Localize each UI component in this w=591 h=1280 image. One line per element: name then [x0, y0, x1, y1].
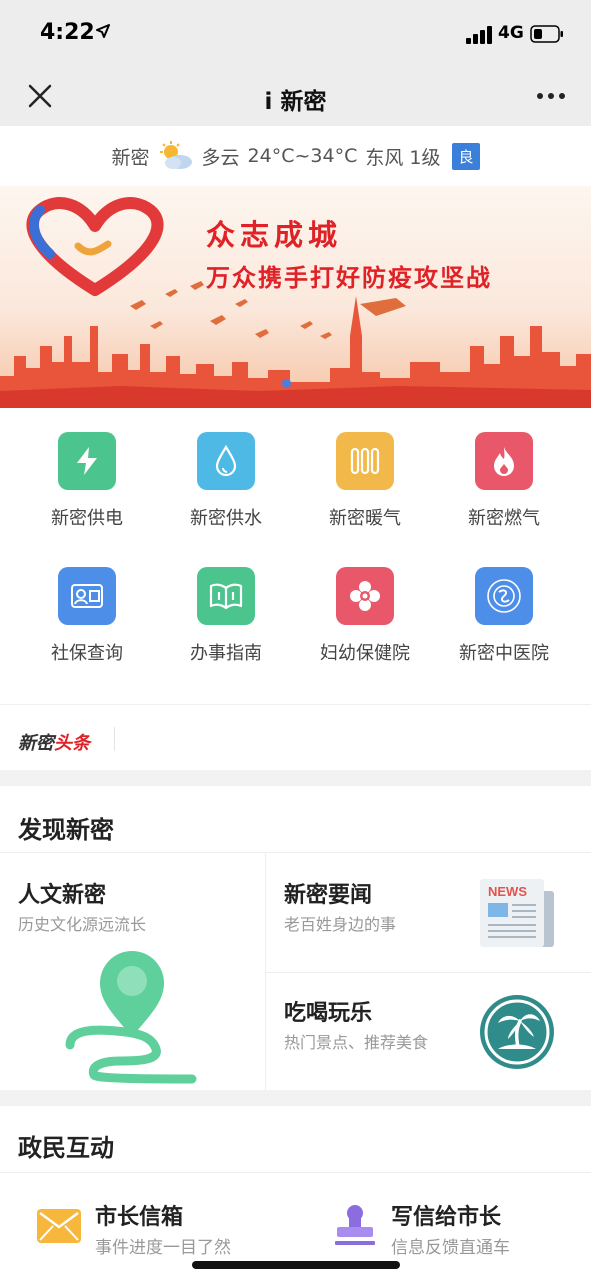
- service-item-maternity-hospital[interactable]: 妇幼保健院: [291, 543, 439, 664]
- lightning-icon: [58, 432, 116, 490]
- weather-city: 新密: [111, 146, 150, 169]
- service-label: 办事指南: [190, 643, 262, 664]
- network-type: 4G: [498, 23, 524, 43]
- flower-icon: [336, 567, 394, 625]
- letter-subtitle: 信息反馈直通车: [391, 1238, 510, 1258]
- palm-tree-icon: [480, 995, 554, 1069]
- signal-bars-icon: [466, 26, 492, 44]
- weather-wind: 东风 1级: [365, 146, 441, 169]
- service-grid: 新密供电 新密供水 新密暖气 新密燃气 社保查询 办事指南 妇幼保健院 新密中医…: [0, 408, 591, 704]
- headline-logo: 新密头条: [18, 733, 90, 754]
- envelope-icon: [37, 1209, 81, 1243]
- service-item-social-security[interactable]: 社保查询: [13, 543, 161, 664]
- nav-bar: i 新密: [0, 66, 591, 126]
- weather-bar[interactable]: 新密 多云 24°C~34°C 东风 1级 良: [0, 126, 591, 186]
- discover-panel: 人文新密 历史文化源远流长 新密要闻 老百姓身边的事 NEWS 吃喝玩乐 热门景…: [0, 852, 591, 1091]
- service-item-tcm-hospital[interactable]: 新密中医院: [430, 543, 578, 664]
- air-quality-badge: 良: [452, 142, 480, 170]
- service-item-heating[interactable]: 新密暖气: [291, 408, 439, 529]
- weather-condition: 多云: [201, 146, 240, 169]
- service-label: 社保查询: [51, 643, 123, 664]
- home-indicator[interactable]: [192, 1261, 400, 1269]
- banner-subhead: 万众携手打好防疫攻坚战: [206, 264, 492, 292]
- map-pin-route-icon: [65, 951, 197, 1084]
- news-subtitle: 老百姓身边的事: [284, 915, 397, 934]
- location-arrow-icon: [96, 24, 110, 38]
- banner-carousel[interactable]: 众志成城 万众携手打好防疫攻坚战: [0, 186, 591, 408]
- open-book-icon: [197, 567, 255, 625]
- service-label: 新密供电: [51, 508, 123, 529]
- weather-temp: 24°C~34°C: [247, 145, 358, 167]
- flame-icon: [475, 432, 533, 490]
- news-title: 新密要闻: [284, 883, 373, 908]
- service-label: 妇幼保健院: [320, 643, 410, 664]
- fun-card[interactable]: 吃喝玩乐 热门景点、推荐美食: [266, 973, 591, 1091]
- service-label: 新密中医院: [459, 643, 549, 664]
- stamp-icon: [335, 1205, 375, 1245]
- service-item-gas[interactable]: 新密燃气: [430, 408, 578, 529]
- service-label: 新密供水: [190, 508, 262, 529]
- status-bar: 4:22 4G: [0, 0, 591, 66]
- newspaper-icon: NEWS: [480, 879, 554, 947]
- mailbox-subtitle: 事件进度一目了然: [95, 1238, 231, 1258]
- hospital-emblem-icon: [475, 567, 533, 625]
- service-item-guide[interactable]: 办事指南: [152, 543, 300, 664]
- divider: [114, 727, 115, 751]
- headline-bar[interactable]: 新密头条: [0, 704, 591, 770]
- service-item-power[interactable]: 新密供电: [13, 408, 161, 529]
- service-item-water[interactable]: 新密供水: [152, 408, 300, 529]
- social-security-card-icon: [58, 567, 116, 625]
- letter-title: 写信给市长: [391, 1205, 502, 1230]
- radiator-icon: [336, 432, 394, 490]
- section-spacer: [0, 770, 591, 786]
- section-spacer: [0, 1090, 591, 1106]
- culture-subtitle: 历史文化源远流长: [18, 915, 147, 934]
- culture-card[interactable]: 人文新密 历史文化源远流长: [0, 853, 265, 1091]
- partly-cloudy-icon: [159, 141, 192, 169]
- banner-headline: 众志成城: [206, 218, 343, 252]
- service-label: 新密燃气: [468, 508, 540, 529]
- interaction-section-title: 政民互动: [18, 1134, 114, 1162]
- culture-title: 人文新密: [18, 883, 107, 908]
- service-label: 新密暖气: [329, 508, 401, 529]
- more-options-icon[interactable]: [536, 92, 566, 100]
- news-card[interactable]: 新密要闻 老百姓身边的事 NEWS: [266, 853, 591, 972]
- battery-icon: [530, 25, 563, 43]
- water-drop-icon: [197, 432, 255, 490]
- fun-title: 吃喝玩乐: [284, 1001, 373, 1026]
- status-time: 4:22: [40, 20, 95, 45]
- fun-subtitle: 热门景点、推荐美食: [284, 1033, 429, 1052]
- carousel-indicator: [282, 379, 291, 388]
- mailbox-title: 市长信箱: [95, 1205, 184, 1230]
- page-title: i 新密: [264, 89, 327, 115]
- discover-section-title: 发现新密: [18, 816, 114, 844]
- svg-text:NEWS: NEWS: [488, 884, 527, 899]
